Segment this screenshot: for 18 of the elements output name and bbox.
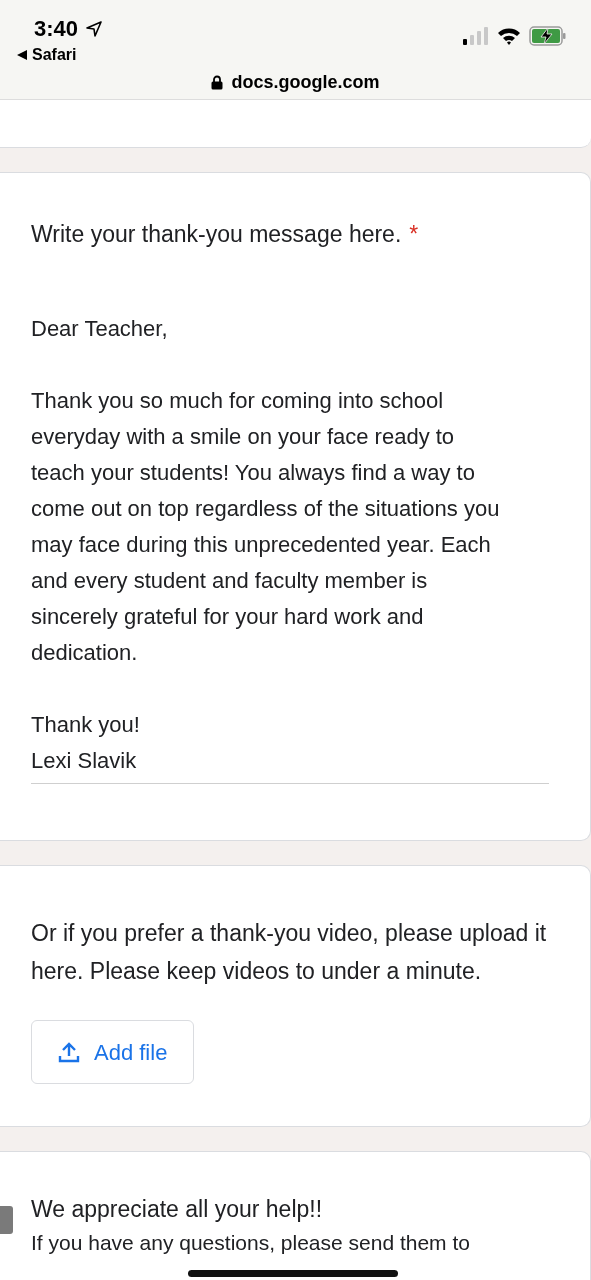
wifi-icon (497, 27, 521, 45)
required-asterisk: * (409, 221, 419, 247)
question-title: We appreciate all your help!! (31, 1196, 323, 1222)
lock-icon (211, 75, 224, 90)
back-triangle-icon[interactable] (16, 49, 28, 61)
url-text[interactable]: docs.google.com (231, 69, 380, 96)
signal-icon (463, 27, 489, 45)
back-link[interactable]: Safari (32, 43, 77, 67)
section-description: If you have any questions, please send them to (31, 1230, 471, 1256)
question-title: Write your thank-you message here. (31, 221, 402, 247)
answer-field[interactable]: Dear Teacher, Thank you so much for coming into school everyday with a smile on your face ready to teach your students! You always find a way to come out on top regardless of the situations you may face during this unprecedented year. Each and every student and faculty member is sincerely grateful for your hard work and dedication. Thank you! Lexi Slavik (31, 311, 549, 784)
question-title: Or if you prefer a thank-you video, please upload it here. Please keep videos to under a minute. (31, 920, 547, 984)
add-file-button[interactable]: Add file (31, 1020, 195, 1084)
upload-icon (58, 1041, 80, 1063)
battery-charging-icon (529, 26, 567, 46)
side-marker (0, 1206, 13, 1234)
location-arrow-icon (86, 20, 103, 37)
clock-time: 3:40 (34, 15, 79, 43)
